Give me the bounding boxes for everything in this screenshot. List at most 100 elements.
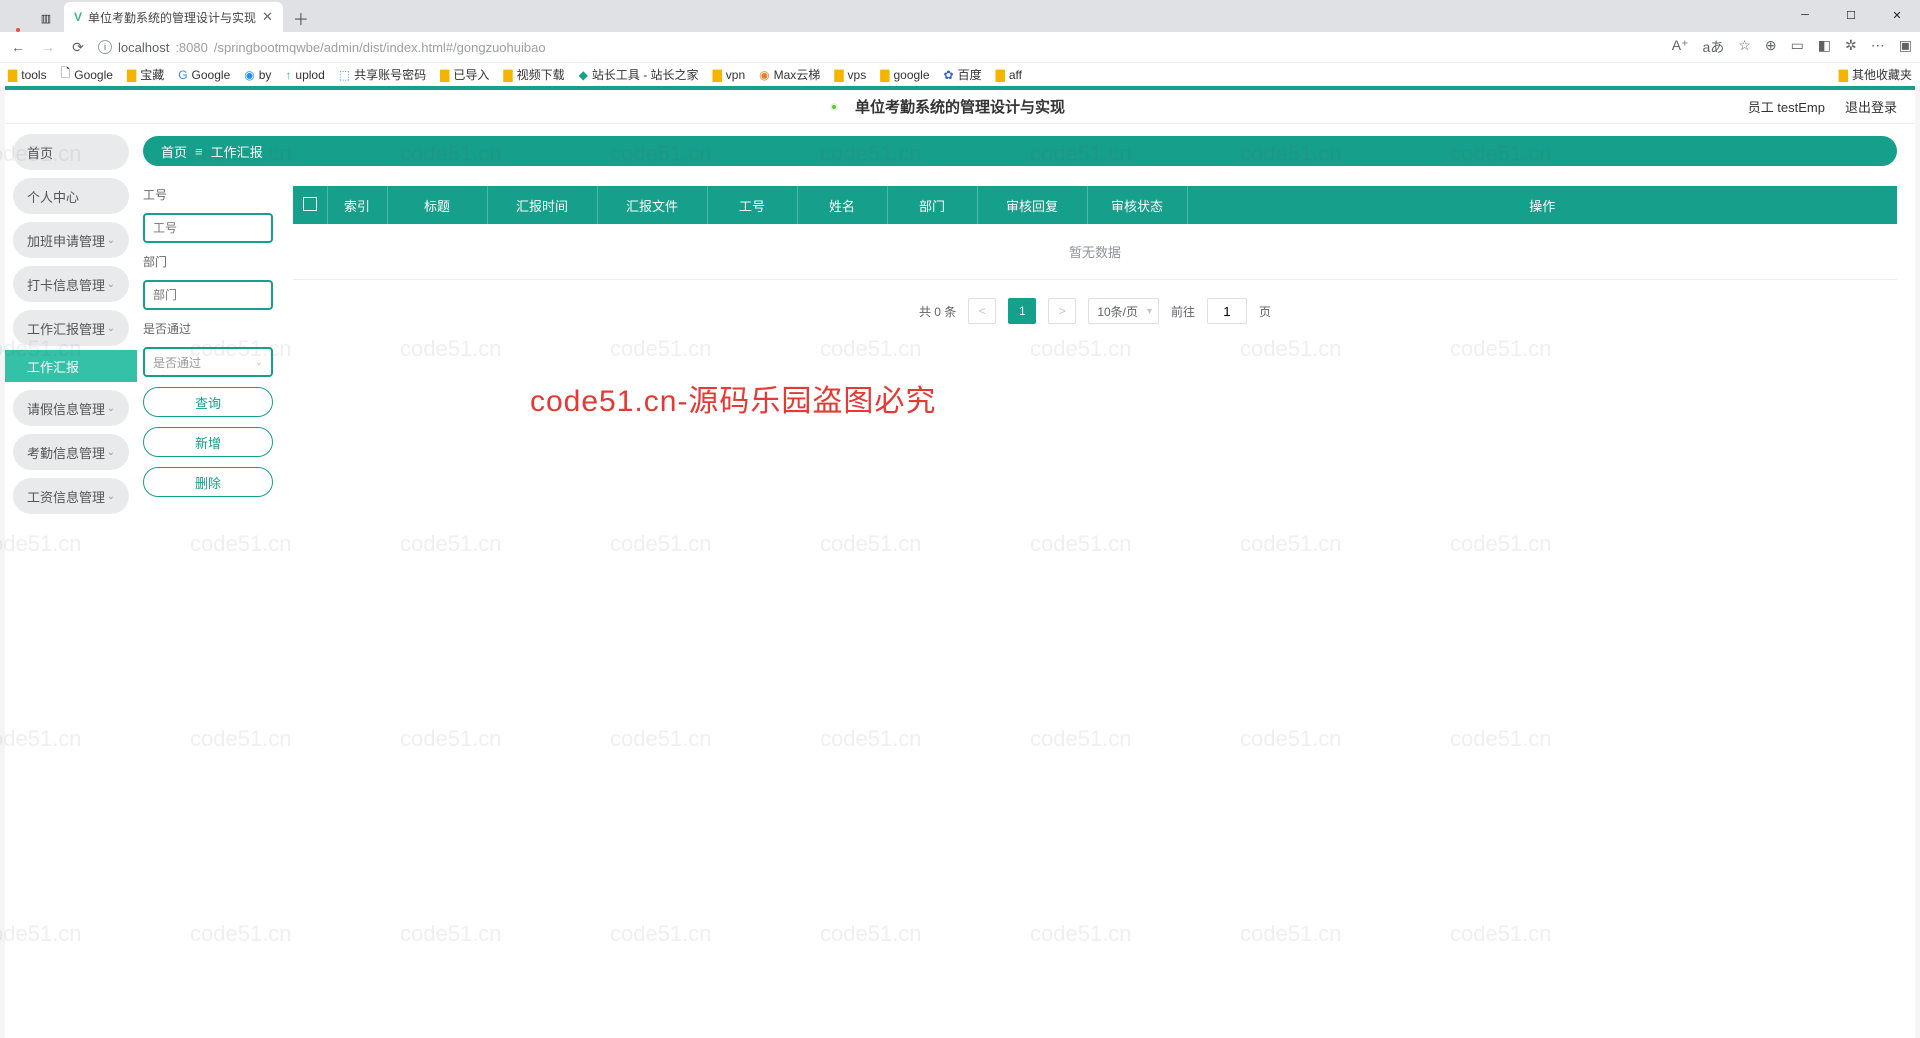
bookmark-item[interactable]: ▇vps bbox=[834, 68, 866, 82]
tab-title: 单位考勤系统的管理设计与实现 bbox=[88, 9, 256, 26]
google-icon: G bbox=[178, 68, 187, 82]
bookmark-item[interactable]: ▇tools bbox=[8, 68, 47, 82]
pagination-total: 共 0 条 bbox=[919, 303, 956, 320]
filter-select-placeholder: 是否通过 bbox=[153, 354, 201, 371]
filter-panel: 工号 部门 是否通过 是否通过 ⌄ 查询 新增 删除 bbox=[143, 186, 273, 497]
collections-icon[interactable]: ▭ bbox=[1791, 37, 1804, 57]
data-table: 索引 标题 汇报时间 汇报文件 工号 姓名 部门 审核回复 审核状态 操作 bbox=[293, 186, 1897, 280]
bookmark-item[interactable]: ▇宝藏 bbox=[127, 66, 164, 83]
bookmark-item[interactable]: ◉Max云梯 bbox=[759, 66, 820, 83]
search-button[interactable]: 查询 bbox=[143, 387, 273, 417]
pagination-prev-button[interactable]: < bbox=[968, 298, 996, 324]
extensions-puzzle-icon[interactable]: ✲ bbox=[1845, 37, 1857, 57]
bookmark-item[interactable]: ◆站长工具 - 站长之家 bbox=[579, 66, 699, 83]
col-file: 汇报文件 bbox=[597, 186, 707, 224]
col-dept: 部门 bbox=[887, 186, 977, 224]
sidebar-item-leave[interactable]: 请假信息管理⌄ bbox=[13, 390, 129, 426]
bookmark-item[interactable]: ⬚共享账号密码 bbox=[339, 66, 426, 83]
url-host: localhost bbox=[118, 40, 169, 55]
extension-icon-2[interactable]: ◧ bbox=[1818, 37, 1831, 57]
nav-back-icon[interactable]: ← bbox=[8, 39, 28, 55]
sidebar-item-clockin[interactable]: 打卡信息管理⌄ bbox=[13, 266, 129, 302]
tab-close-icon[interactable]: ✕ bbox=[262, 9, 273, 25]
col-checkbox[interactable] bbox=[293, 186, 327, 224]
breadcrumb: 首页 ≡ 工作汇报 bbox=[143, 136, 1897, 166]
filter-input-dept[interactable] bbox=[143, 280, 273, 310]
nav-refresh-icon[interactable]: ⟳ bbox=[68, 39, 88, 56]
bookmark-item[interactable]: ▇google bbox=[880, 68, 929, 82]
folder-icon: ▇ bbox=[713, 68, 722, 82]
pagination: 共 0 条 < 1 > 10条/页 前往 页 bbox=[293, 298, 1897, 324]
bookmark-item[interactable]: ▇已导入 bbox=[440, 66, 489, 83]
site-icon: ◉ bbox=[244, 68, 254, 82]
pagination-size-select[interactable]: 10条/页 bbox=[1088, 298, 1159, 324]
sidebar-item-salary[interactable]: 工资信息管理⌄ bbox=[13, 478, 129, 514]
pagination-goto-label: 前往 bbox=[1171, 303, 1195, 320]
sidebar-item-overtime[interactable]: 加班申请管理⌄ bbox=[13, 222, 129, 258]
chevron-down-icon: ⌄ bbox=[107, 323, 115, 334]
chevron-down-icon: ⌄ bbox=[107, 447, 115, 458]
more-icon[interactable]: ⋯ bbox=[1871, 37, 1885, 57]
bookmark-item[interactable]: 🗋Google bbox=[61, 64, 113, 85]
vue-icon: V bbox=[74, 10, 82, 24]
sidepanel-icon[interactable]: ▣ bbox=[1899, 37, 1912, 57]
tab-list-icon[interactable]: ▥ bbox=[32, 4, 60, 32]
window-minimize-button[interactable]: ─ bbox=[1782, 0, 1828, 30]
folder-icon: ▇ bbox=[8, 68, 17, 82]
add-button[interactable]: 新增 bbox=[143, 427, 273, 457]
chevron-down-icon: ⌄ bbox=[107, 403, 115, 414]
col-title: 标题 bbox=[387, 186, 487, 224]
new-tab-button[interactable]: ＋ bbox=[287, 4, 315, 32]
url-port: :8080 bbox=[175, 40, 208, 55]
col-reply: 审核回复 bbox=[977, 186, 1087, 224]
pagination-next-button[interactable]: > bbox=[1048, 298, 1076, 324]
checkbox-icon[interactable] bbox=[303, 197, 317, 211]
breadcrumb-separator-icon: ≡ bbox=[195, 144, 203, 159]
col-actions: 操作 bbox=[1187, 186, 1897, 224]
window-maximize-button[interactable]: ☐ bbox=[1828, 0, 1874, 30]
window-close-button[interactable]: ✕ bbox=[1874, 0, 1920, 30]
sidebar-item-personal[interactable]: 个人中心 bbox=[13, 178, 129, 214]
sidebar-item-home[interactable]: 首页 bbox=[13, 134, 129, 170]
bookmark-item[interactable]: ▇aff bbox=[996, 68, 1022, 82]
site-info-icon[interactable]: i bbox=[98, 40, 112, 54]
filter-select-pass[interactable]: 是否通过 ⌄ bbox=[143, 347, 273, 377]
bookmark-item[interactable]: ◉by bbox=[244, 68, 271, 82]
app-container: 单位考勤系统的管理设计与实现 员工 testEmp 退出登录 首页 个人中心 加… bbox=[5, 86, 1915, 1038]
col-name: 姓名 bbox=[797, 186, 887, 224]
bookmark-item[interactable]: ✿百度 bbox=[944, 66, 982, 83]
extension-icon-1[interactable]: ⊕ bbox=[1765, 37, 1777, 57]
sidebar-item-attendance[interactable]: 考勤信息管理⌄ bbox=[13, 434, 129, 470]
read-aloud-icon[interactable]: A⁺ bbox=[1672, 37, 1689, 57]
browser-tab[interactable]: V 单位考勤系统的管理设计与实现 ✕ bbox=[64, 2, 283, 32]
col-empid: 工号 bbox=[707, 186, 797, 224]
site-icon: ↑ bbox=[285, 68, 291, 82]
logout-link[interactable]: 退出登录 bbox=[1845, 97, 1897, 116]
filter-label-pass: 是否通过 bbox=[143, 320, 273, 337]
delete-button[interactable]: 删除 bbox=[143, 467, 273, 497]
folder-icon: ▇ bbox=[996, 68, 1005, 82]
nav-forward-icon: → bbox=[38, 39, 58, 55]
pagination-goto-input[interactable] bbox=[1207, 298, 1247, 324]
breadcrumb-current: 工作汇报 bbox=[211, 142, 263, 161]
status-indicator-icon bbox=[830, 103, 838, 111]
filter-label-empid: 工号 bbox=[143, 186, 273, 203]
browser-chrome: ─ ☐ ✕ ▥ V 单位考勤系统的管理设计与实现 ✕ ＋ ← → ⟳ i loc… bbox=[0, 0, 1920, 86]
bookmark-item[interactable]: GGoogle bbox=[178, 68, 230, 82]
sidebar-item-work-report[interactable]: 工作汇报 bbox=[5, 350, 137, 382]
filter-label-dept: 部门 bbox=[143, 253, 273, 270]
bookmark-item[interactable]: ▇视频下载 bbox=[503, 66, 564, 83]
favorite-icon[interactable]: ☆ bbox=[1738, 37, 1751, 57]
translate-icon[interactable]: aあ bbox=[1702, 37, 1724, 57]
breadcrumb-home[interactable]: 首页 bbox=[161, 142, 187, 161]
url-bar[interactable]: i localhost:8080/springbootmqwbe/admin/d… bbox=[98, 40, 1662, 55]
other-bookmarks[interactable]: ▇其他收藏夹 bbox=[1839, 66, 1912, 83]
sidebar-item-report-manage[interactable]: 工作汇报管理⌄ bbox=[13, 310, 129, 346]
user-label[interactable]: 员工 testEmp bbox=[1748, 97, 1825, 116]
table-area: 索引 标题 汇报时间 汇报文件 工号 姓名 部门 审核回复 审核状态 操作 bbox=[293, 186, 1897, 324]
baidu-icon: ✿ bbox=[944, 68, 954, 82]
pagination-page-1[interactable]: 1 bbox=[1008, 298, 1036, 324]
filter-input-empid[interactable] bbox=[143, 213, 273, 243]
bookmark-item[interactable]: ▇vpn bbox=[713, 68, 746, 82]
bookmark-item[interactable]: ↑uplod bbox=[285, 68, 324, 82]
